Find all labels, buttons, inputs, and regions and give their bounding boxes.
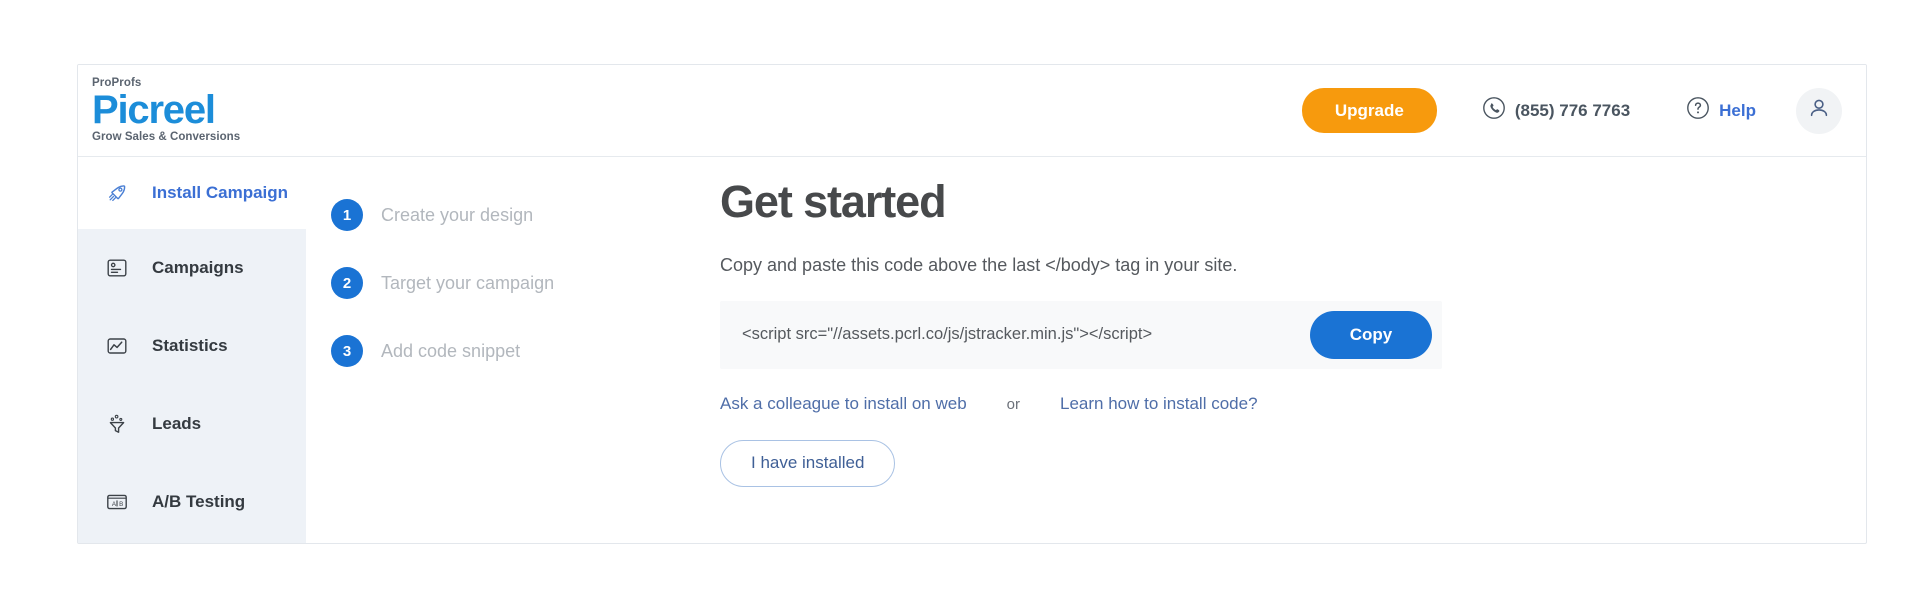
app-body: Install Campaign Campaigns — [78, 157, 1866, 544]
help-link[interactable]: Help — [1686, 96, 1756, 125]
phone-number: (855) 776 7763 — [1515, 101, 1630, 121]
app-header: ProProfs Picreel Grow Sales & Conversion… — [78, 65, 1866, 157]
step-number-badge: 1 — [331, 199, 363, 231]
page-subtitle: Copy and paste this code above the last … — [720, 255, 1866, 276]
step-label: Add code snippet — [381, 341, 520, 362]
step-create-your-design[interactable]: 1 Create your design — [331, 181, 696, 249]
campaign-card-icon — [104, 255, 130, 281]
app-window: ProProfs Picreel Grow Sales & Conversion… — [77, 64, 1867, 544]
brand-tagline: Grow Sales & Conversions — [92, 132, 240, 144]
i-have-installed-button[interactable]: I have installed — [720, 440, 895, 487]
sidebar-item-campaigns[interactable]: Campaigns — [78, 229, 306, 307]
sidebar-item-label: Statistics — [152, 336, 228, 356]
copy-button[interactable]: Copy — [1310, 311, 1432, 359]
help-label: Help — [1719, 101, 1756, 121]
sidebar-item-ab-testing[interactable]: A B A/B Testing — [78, 463, 306, 541]
learn-how-to-install-link[interactable]: Learn how to install code? — [1060, 394, 1258, 414]
sidebar-item-label: Leads — [152, 414, 201, 434]
svg-text:B: B — [119, 501, 123, 508]
step-add-code-snippet[interactable]: 3 Add code snippet — [331, 317, 696, 385]
step-number-badge: 2 — [331, 267, 363, 299]
sidebar-item-label: Install Campaign — [152, 183, 288, 203]
user-icon — [1806, 95, 1832, 126]
step-label: Target your campaign — [381, 273, 554, 294]
install-help-links: Ask a colleague to install on web or Lea… — [720, 394, 1866, 414]
header-actions: Upgrade (855) 776 7763 — [1302, 88, 1842, 134]
steps-list: 1 Create your design 2 Target your campa… — [306, 157, 696, 544]
sidebar-item-install-campaign[interactable]: Install Campaign — [78, 157, 306, 229]
ab-test-icon: A B — [104, 489, 130, 515]
step-label: Create your design — [381, 205, 533, 226]
phone-circle-icon — [1482, 96, 1506, 125]
svg-text:A: A — [112, 501, 117, 508]
sidebar-item-statistics[interactable]: Statistics — [78, 307, 306, 385]
screenshot-root: ProProfs Picreel Grow Sales & Conversion… — [0, 0, 1920, 591]
step-target-your-campaign[interactable]: 2 Target your campaign — [331, 249, 696, 317]
avatar[interactable] — [1796, 88, 1842, 134]
or-separator: or — [1007, 396, 1020, 413]
code-snippet-row: <script src="//assets.pcrl.co/js/jstrack… — [720, 301, 1442, 369]
sidebar-item-label: Campaigns — [152, 258, 244, 278]
funnel-icon — [104, 411, 130, 437]
sidebar: Install Campaign Campaigns — [78, 157, 306, 544]
question-circle-icon — [1686, 96, 1710, 125]
ask-colleague-link[interactable]: Ask a colleague to install on web — [720, 394, 967, 414]
page-title: Get started — [720, 177, 1866, 227]
sidebar-item-leads[interactable]: Leads — [78, 385, 306, 463]
sidebar-item-label: A/B Testing — [152, 492, 245, 512]
main-content: Get started Copy and paste this code abo… — [696, 157, 1866, 544]
rocket-icon — [104, 180, 130, 206]
phone-contact[interactable]: (855) 776 7763 — [1482, 96, 1630, 125]
brand-name: Picreel — [92, 91, 240, 129]
step-number-badge: 3 — [331, 335, 363, 367]
chart-line-icon — [104, 333, 130, 359]
code-snippet-text[interactable]: <script src="//assets.pcrl.co/js/jstrack… — [742, 325, 1152, 344]
brand-logo[interactable]: ProProfs Picreel Grow Sales & Conversion… — [92, 78, 240, 144]
upgrade-button[interactable]: Upgrade — [1302, 88, 1437, 133]
